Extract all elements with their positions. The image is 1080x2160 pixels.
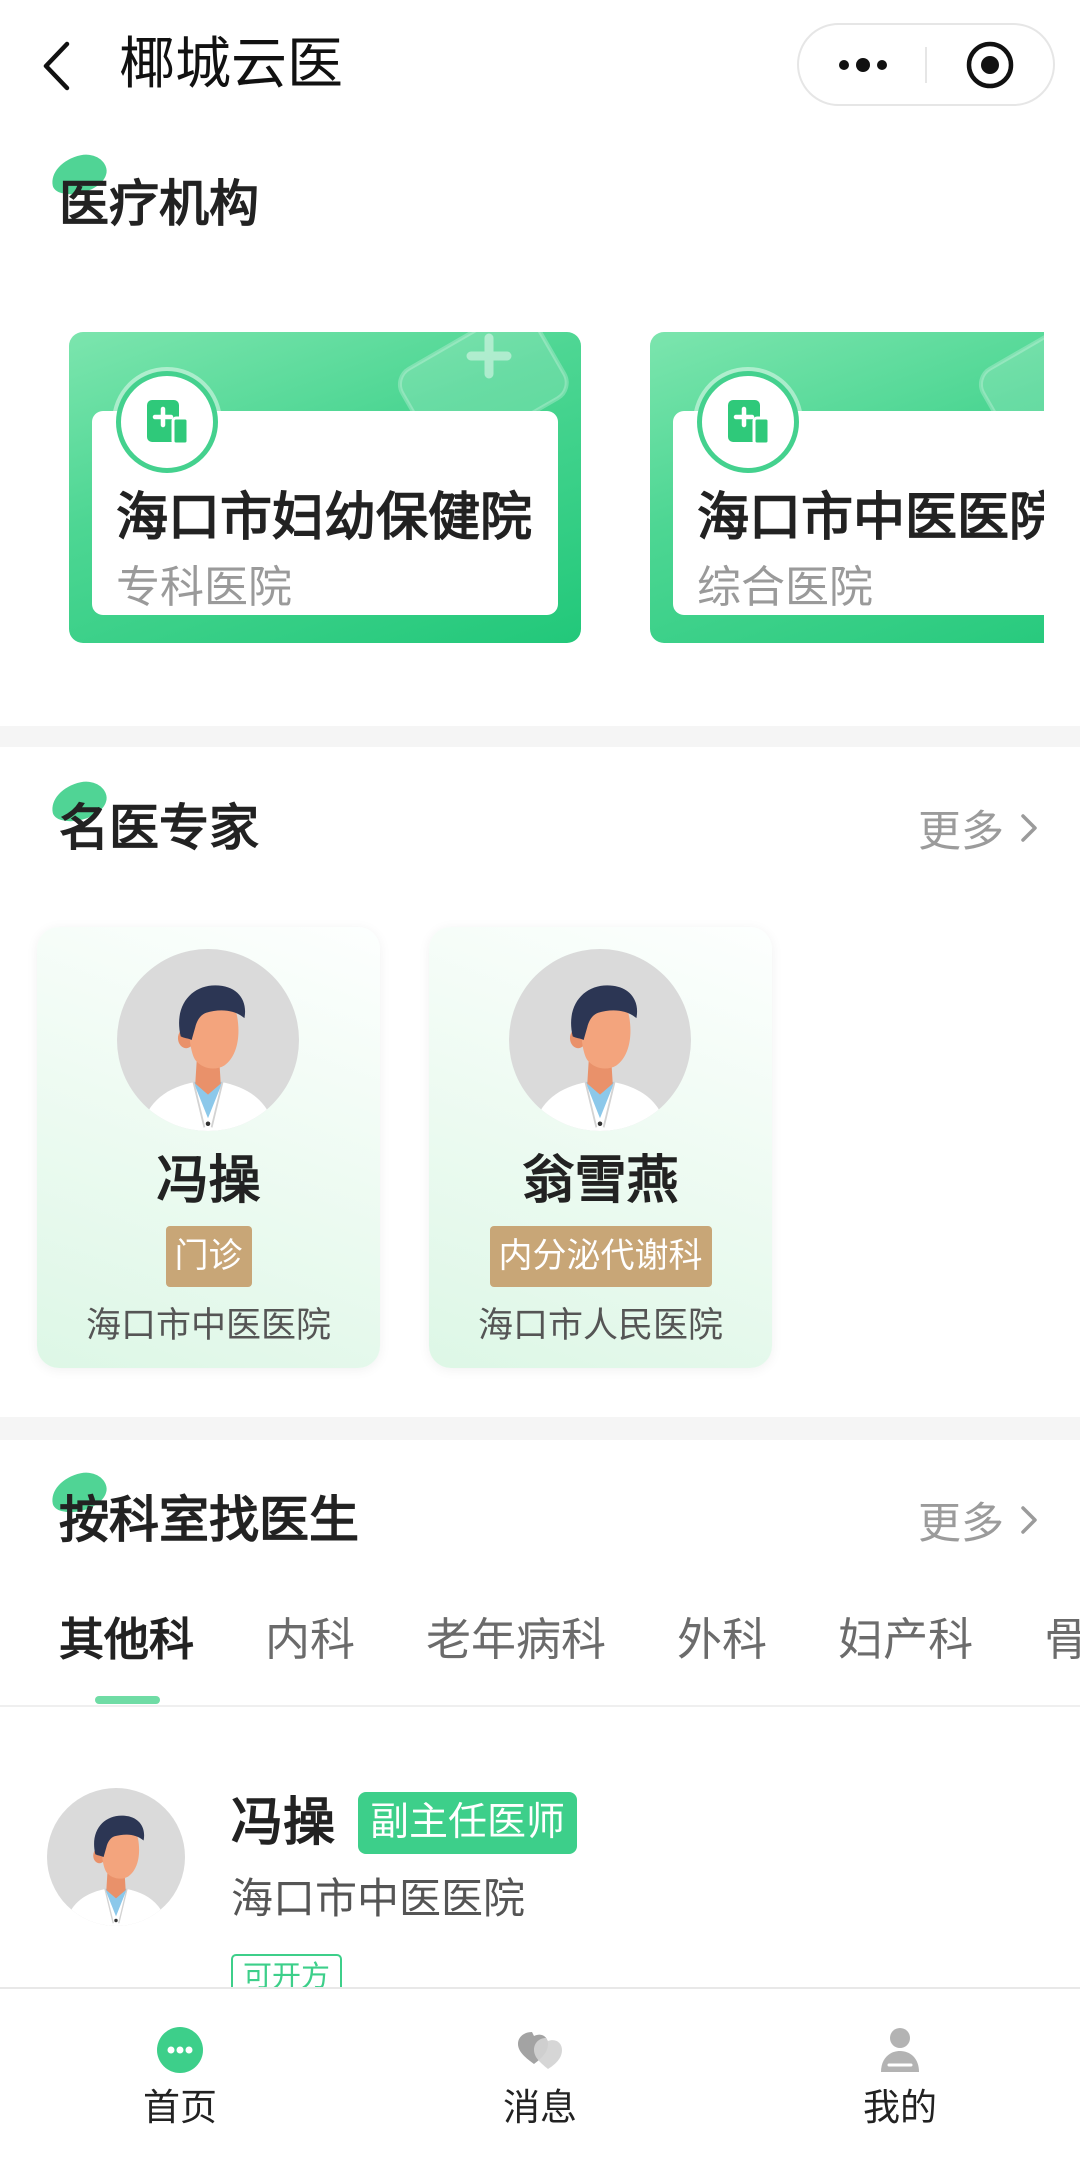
doctor-avatar-icon xyxy=(509,949,691,1131)
expert-hospital: 海口市中医医院 xyxy=(85,1306,331,1346)
tabbar-label: 我的 xyxy=(863,2086,937,2129)
section-separator xyxy=(0,1417,1080,1440)
hospital-card-icon xyxy=(116,371,218,473)
institution-name: 海口市中医医院 xyxy=(697,488,1044,548)
tabbar-label: 消息 xyxy=(503,2086,577,2129)
section-separator xyxy=(0,726,1080,747)
institution-card[interactable]: 海口市中医医院 综合医院 xyxy=(650,332,1044,643)
doctor-avatar-icon xyxy=(117,949,299,1131)
expert-name: 翁雪燕 xyxy=(522,1151,679,1211)
prescription-tag: 可开方 xyxy=(231,1954,343,1987)
doctor-hospital: 海口市中医医院 xyxy=(231,1874,526,1923)
expert-hospital: 海口市人民医院 xyxy=(477,1306,723,1346)
tab-department[interactable]: 骨 xyxy=(1044,1608,1080,1672)
doctor-title-badge: 副主任医师 xyxy=(358,1792,578,1854)
chevron-right-icon xyxy=(1020,813,1038,843)
more-button[interactable] xyxy=(799,25,926,104)
tab-department[interactable]: 老年病科 xyxy=(426,1608,606,1672)
department-tabs[interactable]: 其他科 内科 老年病科 外科 妇产科 骨 xyxy=(59,1608,1080,1706)
hospital-card-icon-glyph xyxy=(722,396,774,448)
tab-label: 妇产科 xyxy=(838,1613,974,1666)
capsule-menu xyxy=(797,23,1055,106)
tab-label: 老年病科 xyxy=(426,1613,607,1666)
more-dots-icon xyxy=(838,57,887,72)
hospital-card-icon xyxy=(697,371,799,473)
institutions-carousel[interactable]: 海口市妇幼保健院 专科医院 海口市中医医院 综合医院 xyxy=(0,332,1044,643)
department-tag: 内分泌代谢科 xyxy=(489,1226,712,1287)
doctor-name: 冯操 xyxy=(231,1793,336,1853)
message-icon xyxy=(518,2032,562,2069)
back-button[interactable] xyxy=(38,38,74,94)
expert-card[interactable]: 翁雪燕 内分泌代谢科 海口市人民医院 xyxy=(429,927,772,1368)
expert-tag-row: 内分泌代谢科 xyxy=(429,1226,772,1287)
department-tabs-track: 其他科 内科 老年病科 外科 妇产科 骨 xyxy=(59,1608,1080,1706)
tabbar-item-messages[interactable]: 消息 xyxy=(360,1989,720,2160)
tabbar-item-profile[interactable]: 我的 xyxy=(720,1989,1080,2160)
doctor-list-item[interactable]: 冯操 副主任医师 海口市中医医院 可开方 xyxy=(0,1760,1080,1987)
target-icon xyxy=(966,41,1013,88)
tab-label: 外科 xyxy=(677,1613,768,1666)
doctor-avatar-icon xyxy=(47,1788,185,1926)
chevron-left-icon xyxy=(43,41,70,91)
expert-tag-row: 门诊 xyxy=(37,1226,380,1287)
expert-card[interactable]: 冯操 门诊 海口市中医医院 xyxy=(37,927,380,1368)
departments-more-link[interactable]: 更多 xyxy=(918,1485,1038,1555)
institutions-title: 医疗机构 xyxy=(59,175,259,233)
experts-title: 名医专家 xyxy=(59,799,259,857)
tab-label: 内科 xyxy=(265,1613,356,1666)
tab-department[interactable]: 内科 xyxy=(265,1608,355,1672)
department-tag: 门诊 xyxy=(165,1226,252,1287)
institution-card[interactable]: 海口市妇幼保健院 专科医院 xyxy=(69,332,581,643)
departments-title: 按科室找医生 xyxy=(59,1491,359,1549)
institution-type: 综合医院 xyxy=(697,562,873,613)
expert-name: 冯操 xyxy=(156,1151,261,1211)
tabs-divider xyxy=(0,1705,1080,1707)
tab-label: 其他科 xyxy=(59,1613,195,1666)
chevron-right-icon xyxy=(1020,1505,1038,1535)
page-title: 椰城云医 xyxy=(119,32,343,97)
more-label: 更多 xyxy=(918,807,1004,857)
bottom-tab-bar: 首页 消息 我的 xyxy=(0,1987,1080,2160)
screen: 椰城云医 医疗机构 海口市妇幼保健院 专科医院 海口市中医医院 综合医院 名医专… xyxy=(0,0,1080,2160)
institution-name: 海口市妇幼保健院 xyxy=(116,488,533,548)
exit-button[interactable] xyxy=(926,25,1053,104)
hospital-card-icon-glyph xyxy=(141,396,193,448)
institution-type: 专科医院 xyxy=(116,562,292,613)
more-label: 更多 xyxy=(918,1499,1004,1549)
experts-more-link[interactable]: 更多 xyxy=(918,793,1038,863)
active-tab-indicator xyxy=(94,1696,160,1704)
tab-department[interactable]: 其他科 xyxy=(59,1608,195,1704)
tabbar-item-home[interactable]: 首页 xyxy=(0,1989,360,2160)
tab-department[interactable]: 外科 xyxy=(677,1608,767,1672)
tabbar-label: 首页 xyxy=(143,2086,217,2129)
tab-label: 骨 xyxy=(1044,1613,1080,1666)
doctor-name-row: 冯操 副主任医师 xyxy=(231,1790,578,1856)
profile-icon xyxy=(881,2028,919,2072)
tab-department[interactable]: 妇产科 xyxy=(838,1608,973,1672)
home-chat-icon xyxy=(157,2027,203,2073)
